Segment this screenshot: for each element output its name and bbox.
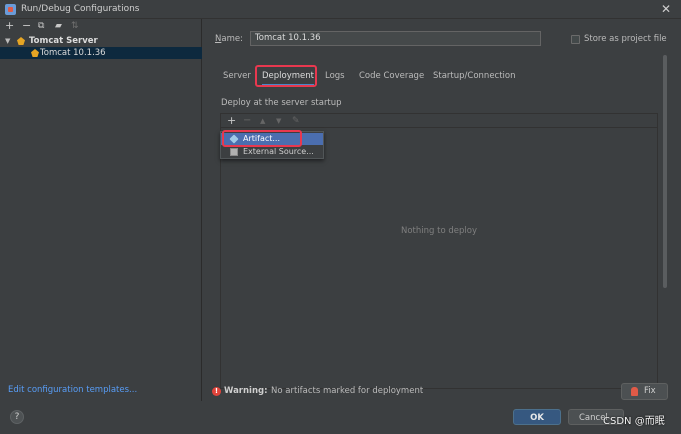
- edit-templates-link[interactable]: Edit configuration templates...: [8, 385, 137, 395]
- window-title: Run/Debug Configurations: [21, 4, 140, 14]
- artifact-highlight-box: [222, 130, 302, 147]
- tree-item-label: Tomcat Server: [29, 36, 98, 46]
- tab-code-coverage[interactable]: Code Coverage: [359, 66, 424, 86]
- error-icon: !: [212, 387, 221, 396]
- dialog-footer: ? OK Cancel CSDN @而眠: [0, 401, 681, 434]
- store-as-project-file-label: Store as project file: [584, 34, 667, 44]
- tree-item-tomcat-config[interactable]: Tomcat 10.1.36: [0, 47, 202, 59]
- tomcat-icon: [17, 37, 25, 45]
- name-input[interactable]: Tomcat 10.1.36: [250, 31, 541, 46]
- close-icon[interactable]: ✕: [661, 2, 671, 16]
- fix-button-label: Fix: [644, 386, 656, 396]
- remove-configuration-icon[interactable]: −: [22, 20, 31, 32]
- edit-deployment-icon[interactable]: ✎: [292, 114, 300, 128]
- deployment-toolbar: + − ▲ ▼ ✎: [221, 114, 657, 128]
- add-deployment-icon[interactable]: +: [227, 114, 236, 128]
- name-label: Name:: [215, 34, 243, 44]
- configurations-sidebar: + − ⧉ ▰ ⇅ ▼ Tomcat Server Tomcat 10.1.36…: [0, 19, 202, 401]
- add-configuration-icon[interactable]: +: [5, 20, 14, 32]
- sidebar-toolbar: + − ⧉ ▰ ⇅: [0, 19, 202, 35]
- warning-text: No artifacts marked for deployment: [271, 386, 424, 396]
- title-bar: Run/Debug Configurations ✕: [0, 0, 681, 19]
- store-as-project-file-checkbox[interactable]: [571, 35, 580, 44]
- menu-item-label: External Source...: [243, 147, 314, 156]
- configurations-tree: ▼ Tomcat Server Tomcat 10.1.36: [0, 35, 202, 59]
- warning-title: Warning:: [224, 386, 268, 396]
- tree-item-label: Tomcat 10.1.36: [40, 48, 106, 58]
- tab-server[interactable]: Server: [223, 66, 251, 86]
- move-down-icon[interactable]: ▼: [276, 114, 281, 128]
- empty-list-text: Nothing to deploy: [401, 226, 477, 236]
- move-to-folder-icon[interactable]: ▰: [55, 20, 62, 32]
- tree-item-tomcat-server[interactable]: ▼ Tomcat Server: [0, 35, 202, 47]
- sort-configurations-icon[interactable]: ⇅: [71, 20, 79, 32]
- intellij-app-icon: [5, 4, 16, 15]
- lightbulb-icon: [631, 387, 638, 396]
- deployment-tab-highlight-box: [255, 65, 317, 87]
- help-icon[interactable]: ?: [10, 410, 24, 424]
- fix-button[interactable]: Fix: [621, 383, 668, 400]
- menu-item-external-source[interactable]: External Source...: [221, 146, 323, 158]
- configuration-editor: Name: Tomcat 10.1.36 Store as project fi…: [203, 19, 681, 401]
- chevron-down-icon[interactable]: ▼: [5, 35, 10, 47]
- deploy-caption: Deploy at the server startup: [221, 98, 342, 108]
- copy-configuration-icon[interactable]: ⧉: [38, 20, 44, 32]
- vertical-scrollbar[interactable]: [663, 55, 667, 288]
- watermark: CSDN @而眠: [603, 416, 665, 427]
- name-label-text: ame:: [221, 34, 243, 44]
- remove-deployment-icon[interactable]: −: [243, 114, 251, 128]
- external-source-icon: [230, 148, 238, 156]
- move-up-icon[interactable]: ▲: [260, 114, 265, 128]
- ok-button[interactable]: OK: [513, 409, 561, 425]
- tab-startup-connection[interactable]: Startup/Connection: [433, 66, 516, 86]
- tab-logs[interactable]: Logs: [325, 66, 345, 86]
- tomcat-icon: [31, 49, 39, 57]
